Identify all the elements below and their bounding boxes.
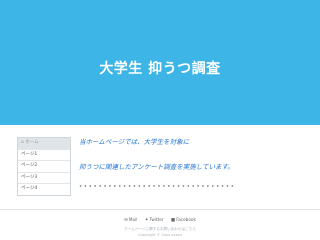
facebook-icon: ■ (170, 218, 176, 223)
twitter-icon: ✦ (144, 218, 149, 223)
mail-icon: ✉ (124, 218, 128, 223)
contact-note[interactable]: ホームページに関するお問い合わせはこちら (0, 227, 320, 232)
sidebar-item-label: ページ1 (21, 151, 38, 157)
mail-link[interactable]: ✉Mail (124, 217, 137, 223)
dotted-divider: •••••••••••••••••••••••••••••••• (79, 184, 236, 190)
sidebar-item-label: ホーム (25, 140, 39, 145)
sidebar-item-page3[interactable]: ページ3 (18, 173, 70, 184)
sidebar-item-page2[interactable]: ページ2 (18, 161, 70, 173)
page-title: 大学生 抑うつ調査 (99, 61, 221, 77)
copyright: Copyright © 20xx xxxxx (137, 233, 183, 237)
sidebar-nav: ⌂ ホーム ページ1 ページ2 ページ3 ページ4 (17, 137, 71, 196)
intro-text-2: 抑うつに関連したアンケート調査を実施しています。 (79, 163, 234, 171)
footer-divider (0, 209, 320, 210)
sidebar-item-page4[interactable]: ページ4 (18, 184, 70, 195)
sidebar-item-label: ページ4 (21, 186, 38, 191)
intro-text: 当ホームページでは、大学生を対象に (79, 138, 190, 146)
facebook-link[interactable]: ■Facebook (170, 217, 196, 223)
sidebar-item-label: ページ3 (21, 174, 38, 180)
social-links: ✉Mail ✦Twitter ■Facebook (0, 217, 320, 223)
home-icon: ⌂ (21, 140, 24, 145)
sidebar-item-label: ページ2 (21, 163, 38, 168)
header-banner: 大学生 抑うつ調査 (0, 0, 320, 125)
sidebar-item-home[interactable]: ⌂ ホーム (18, 138, 70, 150)
twitter-link[interactable]: ✦Twitter (144, 217, 164, 223)
sidebar-item-page1[interactable]: ページ1 (18, 150, 70, 161)
